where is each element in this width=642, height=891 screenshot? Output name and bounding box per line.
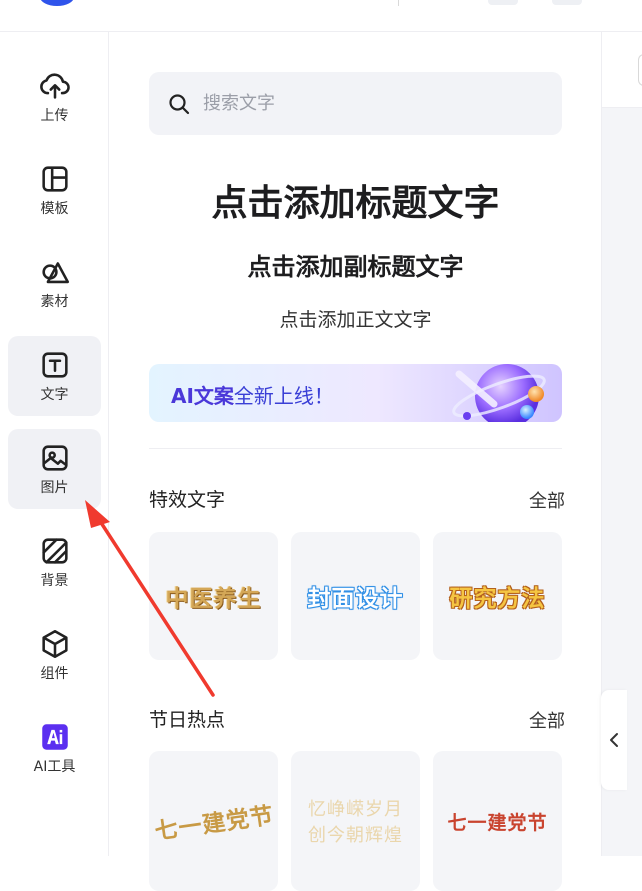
ai-tools-icon xyxy=(41,724,68,750)
sidebar-item-label: 背景 xyxy=(40,573,69,589)
upload-cloud-icon xyxy=(39,73,70,99)
effects-section-title: 特效文字 xyxy=(149,489,226,511)
banner-text: AI文案全新上线！ xyxy=(171,380,334,409)
template-icon xyxy=(41,166,68,192)
collapse-panel-button[interactable] xyxy=(601,690,627,790)
add-subtitle-text[interactable]: 点击添加副标题文字 xyxy=(149,247,562,282)
festival-card[interactable]: 忆峥嵘岁月 创今朝辉煌 xyxy=(291,751,420,891)
sidebar-item-label: 文字 xyxy=(40,387,69,403)
effect-text-sample: 封面设计 xyxy=(307,586,404,612)
sidebar-item-label: 图片 xyxy=(40,480,69,496)
sidebar-item-label: 模板 xyxy=(40,201,69,217)
festival-card-text: 七一建党节 xyxy=(152,801,276,846)
search-box[interactable] xyxy=(149,72,562,135)
effect-text-sample: 研究方法 xyxy=(449,586,546,612)
effect-text-card[interactable]: 中医养生 xyxy=(149,532,278,660)
sidebar-item-image[interactable]: 图片 xyxy=(8,429,101,509)
canvas-toolbar xyxy=(602,32,642,108)
sidebar-item-upload[interactable]: 上传 xyxy=(8,57,101,137)
background-icon xyxy=(41,538,68,564)
effect-text-card[interactable]: 研究方法 xyxy=(433,532,562,660)
banner-ai-label: AI文案 xyxy=(171,384,234,408)
sidebar-item-ai-tools[interactable]: AI工具 xyxy=(8,708,101,788)
sidebar-item-label: 组件 xyxy=(40,666,69,682)
search-icon xyxy=(169,93,190,114)
banner-3d-illustration-icon xyxy=(452,364,546,422)
top-button[interactable] xyxy=(552,0,582,5)
sidebar-item-template[interactable]: 模板 xyxy=(8,150,101,230)
top-divider xyxy=(398,0,399,6)
text-icon xyxy=(41,352,68,378)
top-button[interactable] xyxy=(488,0,518,5)
top-bar xyxy=(0,0,642,32)
effects-view-all-link[interactable]: 全部 xyxy=(529,487,565,513)
sidebar-item-material[interactable]: 素材 xyxy=(8,243,101,323)
component-icon xyxy=(41,629,68,659)
festival-card-text: 忆峥嵘岁月 创今朝辉煌 xyxy=(308,799,403,846)
effect-text-sample: 中医养生 xyxy=(165,585,262,612)
sidebar: 上传 模板 素材 文字 图片 背景 组件 AI工具 xyxy=(0,32,109,856)
sidebar-item-label: AI工具 xyxy=(33,759,76,775)
ai-copywriting-banner[interactable]: AI文案全新上线！ xyxy=(149,364,562,422)
sidebar-item-label: 上传 xyxy=(40,108,69,124)
add-body-text[interactable]: 点击添加正文文字 xyxy=(149,305,562,332)
festival-section-title: 节日热点 xyxy=(149,709,226,731)
banner-rest-label: 全新上线！ xyxy=(233,384,334,408)
image-icon xyxy=(41,445,68,471)
effect-text-card[interactable]: 封面设计 xyxy=(291,532,420,660)
sidebar-item-component[interactable]: 组件 xyxy=(8,615,101,695)
search-input[interactable] xyxy=(203,93,543,114)
sidebar-item-label: 素材 xyxy=(40,294,69,310)
text-panel: 点击添加标题文字 点击添加副标题文字 点击添加正文文字 AI文案全新上线！ 特效… xyxy=(109,32,601,891)
divider xyxy=(149,448,562,449)
chevron-left-icon xyxy=(610,733,618,747)
sidebar-item-background[interactable]: 背景 xyxy=(8,522,101,602)
add-title-text[interactable]: 点击添加标题文字 xyxy=(149,174,562,226)
toolbar-control[interactable] xyxy=(638,54,642,86)
festival-card-text: 七一建党节 xyxy=(447,811,548,834)
festival-card[interactable]: 七一建党节 xyxy=(149,751,278,891)
shapes-icon xyxy=(41,262,69,284)
logo[interactable] xyxy=(40,0,74,6)
festival-card[interactable]: 七一建党节 xyxy=(433,751,562,891)
festival-view-all-link[interactable]: 全部 xyxy=(529,707,565,733)
sidebar-item-text[interactable]: 文字 xyxy=(8,336,101,416)
